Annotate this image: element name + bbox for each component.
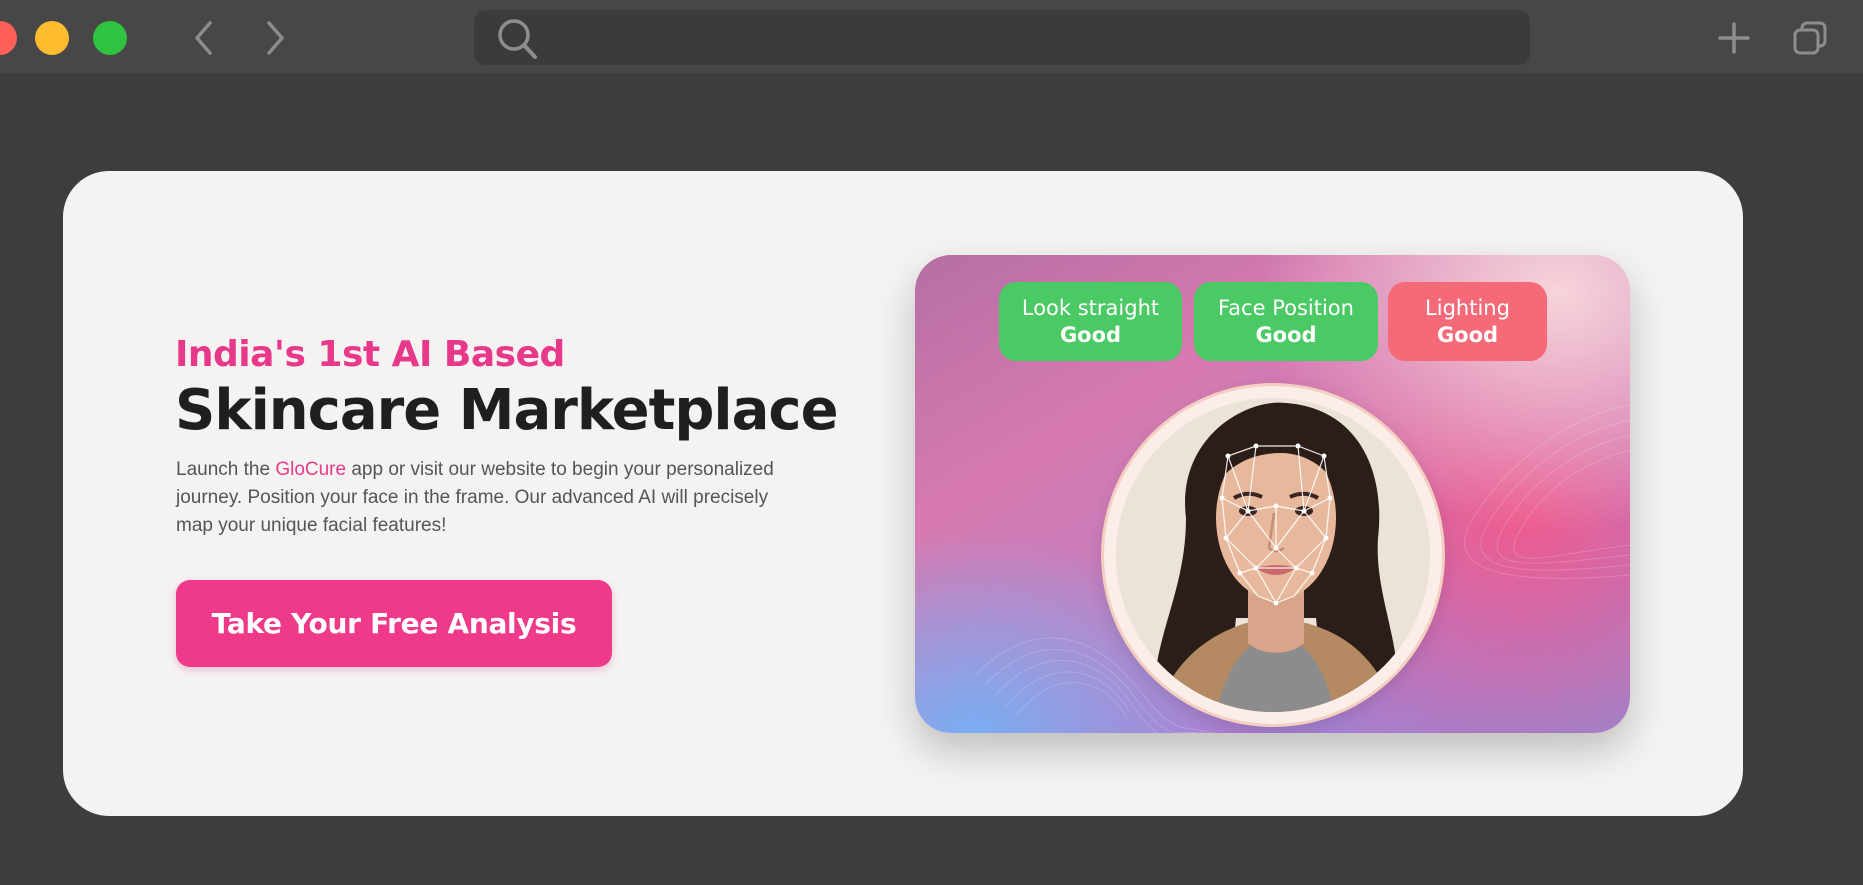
indicator-label: Face Position [1218,295,1354,320]
indicator-status: Good [1255,322,1317,347]
indicator-label: Look straight [1021,295,1160,320]
new-tab-button[interactable] [1714,18,1754,58]
close-window-button[interactable] [0,21,17,55]
hero-headline: Skincare Marketplace [175,378,839,443]
lighting-indicator: Lighting Good [1388,282,1547,361]
back-button[interactable] [186,18,222,58]
look-straight-indicator: Look straight Good [999,282,1182,361]
free-analysis-button[interactable]: Take Your Free Analysis [176,580,612,667]
browser-toolbar [0,0,1863,75]
brand-name: GloCure [275,459,347,480]
tab-overview-button[interactable] [1790,18,1830,58]
chevron-right-icon [267,21,284,55]
chevron-left-icon [195,21,212,55]
face-position-indicator: Face Position Good [1194,282,1378,361]
hero-kicker: India's 1st AI Based [175,334,565,375]
plus-icon [1718,22,1750,54]
face-frame [1104,386,1442,724]
hero-description: Launch the GloCure app or visit our webs… [176,456,796,540]
forward-button[interactable] [257,18,293,58]
face-mesh-illustration [1116,398,1430,712]
minimize-window-button[interactable] [35,21,69,55]
indicator-label: Lighting [1425,295,1510,320]
face-portrait [1116,398,1430,712]
description-lead: Launch the [176,459,276,480]
tab-overview-icon [1793,21,1827,55]
zoom-window-button[interactable] [93,21,127,55]
search-icon [498,19,537,59]
face-scan-panel: Look straight Good Face Position Good Li… [915,255,1630,733]
indicator-status: Good [1436,322,1499,347]
indicator-status: Good [1059,322,1122,347]
address-bar[interactable] [474,10,1530,65]
